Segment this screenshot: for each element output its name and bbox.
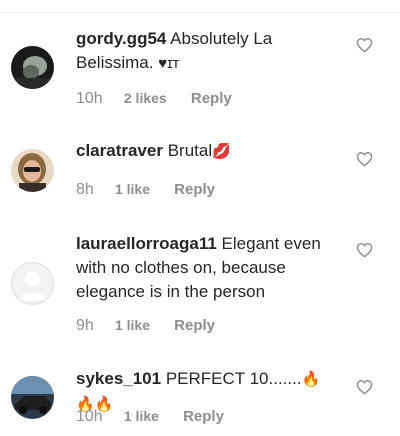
heart-outline-icon[interactable]: [356, 151, 373, 167]
comment-text: gordy.gg54 Absolutely La Belissima. ♥ɪᴛ: [76, 27, 338, 76]
comment-time[interactable]: 9h: [76, 317, 94, 335]
comment-likes[interactable]: 1 like: [115, 181, 150, 197]
comment-time[interactable]: 10h: [76, 408, 103, 426]
comment-username[interactable]: claratraver: [76, 141, 163, 160]
default-avatar-icon[interactable]: [11, 262, 54, 305]
comment-body: PERFECT 10.......: [165, 369, 302, 388]
reply-button[interactable]: Reply: [191, 90, 232, 107]
reply-button[interactable]: Reply: [174, 181, 215, 198]
avatar[interactable]: [11, 149, 54, 192]
avatar[interactable]: [11, 46, 54, 89]
comment-likes[interactable]: 1 like: [124, 408, 159, 424]
comment-meta: 10h 1 like Reply: [76, 408, 224, 426]
comment-emoji: ♥ɪᴛ: [158, 55, 180, 72]
heart-outline-icon[interactable]: [356, 242, 373, 258]
comment-meta: 9h 1 like Reply: [76, 317, 215, 335]
comment-meta: 8h 1 like Reply: [76, 181, 215, 199]
heart-outline-icon[interactable]: [356, 379, 373, 395]
comment-likes[interactable]: 1 like: [115, 317, 150, 333]
comment-time[interactable]: 8h: [76, 181, 94, 199]
reply-button[interactable]: Reply: [183, 408, 224, 425]
comment-text: lauraellorroaga11 Elegant even with no c…: [76, 232, 338, 304]
avatar[interactable]: [11, 376, 54, 419]
heart-outline-icon[interactable]: [356, 37, 373, 53]
comment-likes[interactable]: 2 likes: [124, 90, 167, 106]
comment-body: Brutal: [167, 141, 213, 160]
comment-time[interactable]: 10h: [76, 90, 103, 108]
top-divider: [0, 12, 400, 13]
comment-username[interactable]: gordy.gg54: [76, 29, 166, 48]
lips-emoji: 💋: [212, 143, 231, 160]
comment-meta: 10h 2 likes Reply: [76, 90, 232, 108]
reply-button[interactable]: Reply: [174, 317, 215, 334]
comment-username[interactable]: lauraellorroaga11: [76, 234, 217, 253]
comment-username[interactable]: sykes_101: [76, 369, 161, 388]
comment-text: claratraver Brutal💋: [76, 139, 338, 164]
